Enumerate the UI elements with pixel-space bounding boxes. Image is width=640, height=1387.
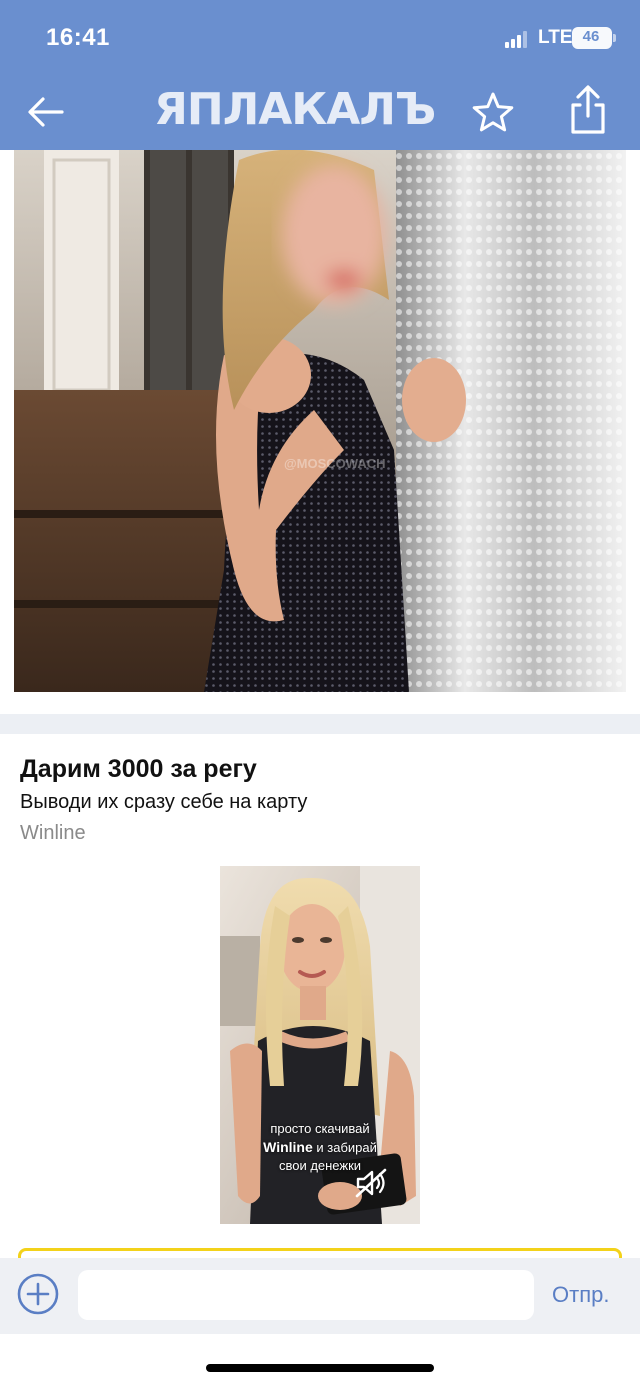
ad-brand: Winline [20,822,86,844]
back-button[interactable] [24,90,68,134]
speaker-muted-icon [355,1168,387,1198]
attach-button[interactable] [16,1272,60,1316]
plus-circle-icon [17,1273,59,1315]
ad-block[interactable]: Дарим 3000 за регу Выводи их сразу себе … [20,752,620,848]
network-type: LTE [538,27,573,48]
signal-strength-icon [505,30,531,48]
mute-button[interactable] [354,1168,388,1198]
photo-watermark: @MOSCOWACH [284,456,386,471]
ad-video[interactable]: просто скачивай Winline и забирай свои д… [220,866,420,1224]
home-area [0,1334,640,1387]
app-header: 16:41 LTE 46 ЯПЛАКАЛЪ [0,0,640,150]
send-button[interactable]: Отпр. [552,1282,609,1308]
post-photo-image: @MOSCOWACH [14,150,626,692]
comment-composer: Отпр. [0,1258,640,1334]
share-button[interactable] [564,84,612,136]
screen: 16:41 LTE 46 ЯПЛАКАЛЪ @MOSCOWACH Дарим 3… [0,0,640,1387]
caption-line-2: и забирай [312,1140,377,1155]
back-arrow-icon [28,97,64,127]
ad-video-caption: просто скачивай Winline и забирай свои д… [220,1120,420,1175]
site-logo[interactable]: ЯПЛАКАЛЪ [154,84,436,136]
post-photo[interactable]: @MOSCOWACH [14,150,626,692]
caption-line-3: свои денежки [278,1158,362,1173]
battery-level: 46 [582,28,600,45]
ad-title[interactable]: Дарим 3000 за регу [20,752,620,786]
caption-line-1: просто скачивай [270,1121,370,1136]
status-time: 16:41 [46,24,110,51]
battery-icon: 46 [572,27,612,49]
nav-bar: ЯПЛАКАЛЪ [0,78,640,150]
ad-subtitle: Выводи их сразу себе на карту [20,791,308,813]
star-icon [472,92,514,132]
home-indicator[interactable] [206,1364,434,1372]
status-bar: 16:41 LTE 46 [0,0,640,78]
caption-brand: Winline [263,1139,313,1155]
favorite-button[interactable] [470,90,516,136]
comment-input[interactable] [78,1270,534,1320]
share-icon [571,85,605,134]
section-divider [0,714,640,734]
battery-tip [613,34,616,42]
